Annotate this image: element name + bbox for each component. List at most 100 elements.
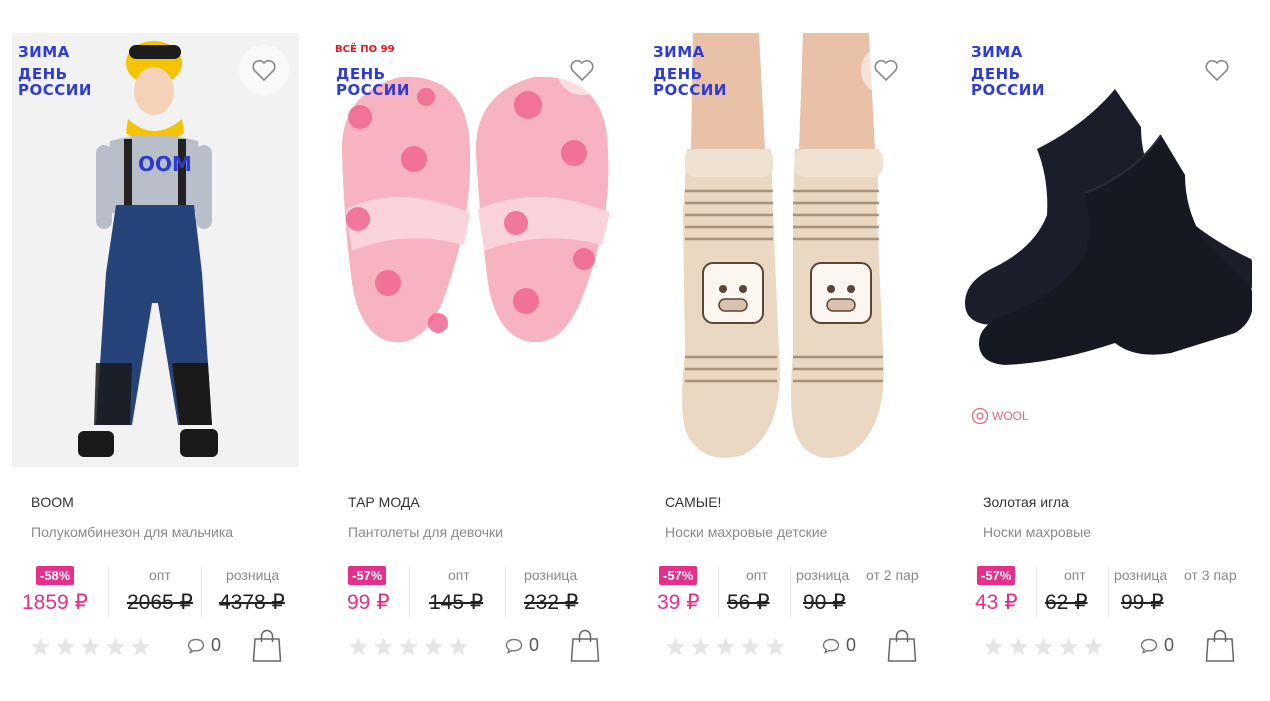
card-footer: 0 bbox=[664, 629, 934, 663]
rating-stars[interactable] bbox=[29, 636, 152, 658]
product-image[interactable]: OOM ЗИМА ДЕНЬ РОССИИ bbox=[12, 33, 299, 467]
product-card[interactable]: OOM ЗИМА ДЕНЬ РОССИИ BOOM Полукомбинезон… bbox=[12, 33, 312, 673]
product-grid: OOM ЗИМА ДЕНЬ РОССИИ BOOM Полукомбинезон… bbox=[0, 0, 1270, 701]
comments-link[interactable]: 0 bbox=[505, 635, 539, 656]
favorite-button[interactable] bbox=[1192, 45, 1242, 95]
sheep-icon bbox=[971, 407, 989, 425]
divider bbox=[108, 567, 109, 617]
product-name[interactable]: Полукомбинезон для мальчика bbox=[31, 524, 233, 540]
product-card[interactable]: ЗИМА ДЕНЬ РОССИИ САМЫЕ! Носки махровые д… bbox=[647, 33, 947, 673]
product-brand[interactable]: BOOM bbox=[31, 494, 74, 510]
favorite-button[interactable] bbox=[239, 45, 289, 95]
product-name[interactable]: Пантолеты для девочки bbox=[348, 524, 503, 540]
comments-link[interactable]: 0 bbox=[822, 635, 856, 656]
divider bbox=[201, 567, 202, 617]
badge-russia-day: ДЕНЬ РОССИИ bbox=[653, 66, 727, 98]
star-icon[interactable] bbox=[1007, 636, 1030, 658]
discount-badge: -58% bbox=[36, 566, 75, 585]
comments-link[interactable]: 0 bbox=[1140, 635, 1174, 656]
speech-bubble-icon bbox=[505, 638, 523, 654]
star-icon[interactable] bbox=[1057, 636, 1080, 658]
retail-price-col: розница 4378 ₽ bbox=[207, 563, 297, 619]
retail-price: 90 ₽ bbox=[803, 591, 846, 614]
opt-label: опт bbox=[1064, 567, 1086, 583]
favorite-button[interactable] bbox=[861, 45, 911, 95]
product-card[interactable]: ЗИМА ДЕНЬ РОССИИ WOOL Золотая игла Носки… bbox=[965, 33, 1265, 673]
divider bbox=[718, 567, 719, 617]
add-to-cart-button[interactable] bbox=[887, 629, 917, 663]
product-name[interactable]: Носки махровые детские bbox=[665, 524, 827, 540]
rating-stars[interactable] bbox=[347, 636, 470, 658]
heart-outline-icon bbox=[874, 59, 898, 82]
badge-winter: ЗИМА bbox=[971, 43, 1023, 61]
star-icon[interactable] bbox=[347, 636, 370, 658]
badge-line-1: ДЕНЬ bbox=[18, 65, 68, 83]
rating-stars[interactable] bbox=[664, 636, 787, 658]
opt-price: 56 ₽ bbox=[727, 591, 770, 614]
star-icon[interactable] bbox=[54, 636, 77, 658]
wool-badge: WOOL bbox=[971, 407, 1029, 425]
badge-line-1: ДЕНЬ bbox=[971, 65, 1021, 83]
star-icon[interactable] bbox=[982, 636, 1005, 658]
badge-winter: ЗИМА bbox=[653, 43, 705, 61]
star-icon[interactable] bbox=[397, 636, 420, 658]
retail-label: розница bbox=[796, 567, 850, 583]
price-block: -57% 99 ₽ опт 145 ₽ розница 232 ₽ bbox=[339, 563, 629, 619]
opt-price-col: опт 145 ₽ bbox=[417, 563, 505, 619]
add-to-cart-button[interactable] bbox=[570, 629, 600, 663]
badge-russia-day: ДЕНЬ РОССИИ bbox=[336, 66, 410, 98]
star-icon[interactable] bbox=[689, 636, 712, 658]
retail-label: розница bbox=[524, 567, 578, 583]
svg-text:OOM: OOM bbox=[138, 152, 192, 176]
divider bbox=[790, 567, 791, 617]
star-icon[interactable] bbox=[664, 636, 687, 658]
star-icon[interactable] bbox=[764, 636, 787, 658]
badge-all-for-99: ВСЁ ПО 99 bbox=[335, 44, 395, 55]
favorite-button[interactable] bbox=[557, 45, 607, 95]
shopping-bag-icon bbox=[1205, 629, 1235, 662]
star-icon[interactable] bbox=[1082, 636, 1105, 658]
current-price: 1859 ₽ bbox=[22, 591, 88, 614]
star-icon[interactable] bbox=[129, 636, 152, 658]
rating-stars[interactable] bbox=[982, 636, 1105, 658]
current-price-col: -57% 39 ₽ bbox=[656, 563, 722, 619]
card-footer: 0 bbox=[29, 629, 299, 663]
price-block: -57% 39 ₽ опт 56 ₽ розница от 2 пар 90 ₽ bbox=[656, 563, 946, 619]
current-price-col: -57% 43 ₽ bbox=[974, 563, 1040, 619]
badge-line-2: РОССИИ bbox=[336, 81, 410, 99]
retail-price: 4378 ₽ bbox=[219, 591, 285, 614]
product-image[interactable]: ВСЁ ПО 99 ДЕНЬ РОССИИ bbox=[330, 33, 617, 467]
divider bbox=[409, 567, 410, 617]
product-brand[interactable]: Золотая игла bbox=[983, 494, 1069, 510]
retail-price-col: розница 232 ₽ bbox=[511, 563, 601, 619]
star-icon[interactable] bbox=[1032, 636, 1055, 658]
product-brand[interactable]: ТАР МОДА bbox=[348, 494, 420, 510]
shopping-bag-icon bbox=[252, 629, 282, 662]
product-name[interactable]: Носки махровые bbox=[983, 524, 1091, 540]
comment-count: 0 bbox=[211, 635, 222, 655]
wool-label: WOOL bbox=[992, 409, 1029, 423]
product-brand[interactable]: САМЫЕ! bbox=[665, 494, 721, 510]
opt-price-col: опт 62 ₽ bbox=[1042, 563, 1114, 619]
star-icon[interactable] bbox=[79, 636, 102, 658]
product-card[interactable]: ВСЁ ПО 99 ДЕНЬ РОССИИ ТАР МОДА Пантолеты… bbox=[330, 33, 630, 673]
product-image[interactable]: ЗИМА ДЕНЬ РОССИИ WOOL bbox=[965, 33, 1252, 467]
star-icon[interactable] bbox=[739, 636, 762, 658]
opt-price: 62 ₽ bbox=[1045, 591, 1088, 614]
opt-price-col: опт 2065 ₽ bbox=[115, 563, 197, 619]
opt-label: опт bbox=[746, 567, 768, 583]
product-image[interactable]: ЗИМА ДЕНЬ РОССИИ bbox=[647, 33, 934, 467]
star-icon[interactable] bbox=[372, 636, 395, 658]
current-price: 43 ₽ bbox=[975, 591, 1018, 614]
retail-label: розница bbox=[226, 567, 280, 583]
star-icon[interactable] bbox=[714, 636, 737, 658]
star-icon[interactable] bbox=[29, 636, 52, 658]
add-to-cart-button[interactable] bbox=[1205, 629, 1235, 663]
star-icon[interactable] bbox=[422, 636, 445, 658]
comments-link[interactable]: 0 bbox=[187, 635, 221, 656]
add-to-cart-button[interactable] bbox=[252, 629, 282, 663]
min-quantity-note: от 2 пар bbox=[866, 567, 919, 583]
badge-line-2: РОССИИ bbox=[18, 81, 92, 99]
star-icon[interactable] bbox=[104, 636, 127, 658]
star-icon[interactable] bbox=[447, 636, 470, 658]
